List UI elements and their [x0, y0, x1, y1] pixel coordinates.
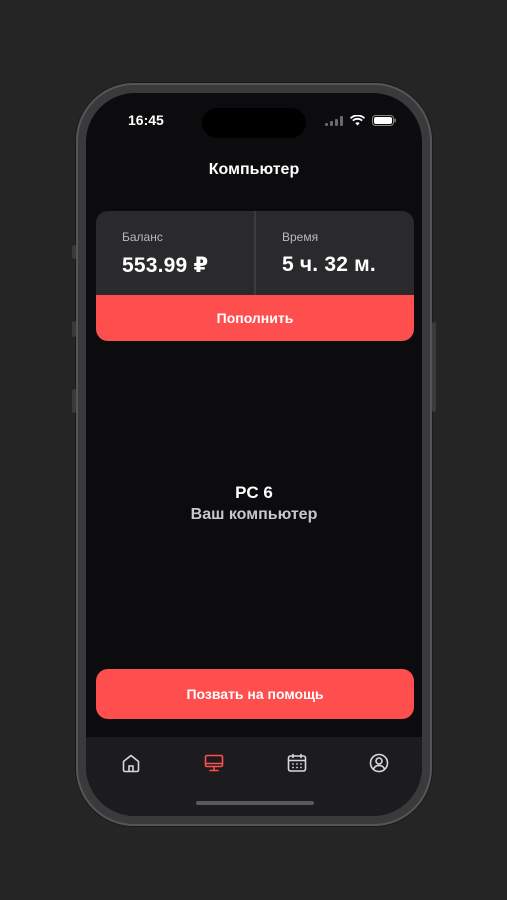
topup-button[interactable]: Пополнить [96, 295, 414, 341]
balance-card-row: Баланс 553.99 ₽ Время 5 ч. 32 м. [96, 211, 414, 295]
volume-up-button [72, 321, 76, 337]
pc-info: PC 6 Ваш компьютер [86, 483, 422, 524]
home-indicator [196, 801, 314, 805]
tab-bar [86, 737, 422, 816]
profile-icon [368, 752, 390, 779]
home-icon [120, 752, 142, 779]
calendar-icon [286, 752, 308, 779]
signal-icon [325, 113, 343, 131]
balance-label: Баланс [122, 230, 163, 244]
time-cell: Время 5 ч. 32 м. [254, 211, 414, 295]
page-title: Компьютер [208, 161, 300, 178]
volume-down-button [72, 389, 76, 413]
phone-screen: 16:45 Компьютер Баланс 553.99 ₽ Время 5 … [86, 93, 422, 816]
tab-home[interactable] [118, 752, 144, 778]
time-label: Время [282, 230, 319, 244]
wifi-icon [349, 113, 366, 131]
time-value: 5 ч. 32 м. [282, 253, 376, 276]
computer-icon [203, 752, 225, 779]
action-button [72, 245, 76, 259]
balance-card: Баланс 553.99 ₽ Время 5 ч. 32 м. Пополни… [96, 211, 414, 341]
tab-computer[interactable] [201, 752, 227, 778]
status-time: 16:45 [128, 112, 164, 128]
balance-value: 553.99 ₽ [122, 254, 209, 277]
tab-profile[interactable] [366, 752, 392, 778]
power-button [432, 322, 436, 412]
status-icons [325, 113, 396, 131]
call-help-button[interactable]: Позвать на помощь [96, 669, 414, 719]
balance-cell: Баланс 553.99 ₽ [96, 211, 254, 295]
pc-name: PC 6 [235, 483, 273, 502]
tab-calendar[interactable] [284, 752, 310, 778]
dynamic-island [202, 108, 306, 138]
pc-subtitle: Ваш компьютер [190, 506, 318, 523]
battery-icon [372, 113, 396, 131]
